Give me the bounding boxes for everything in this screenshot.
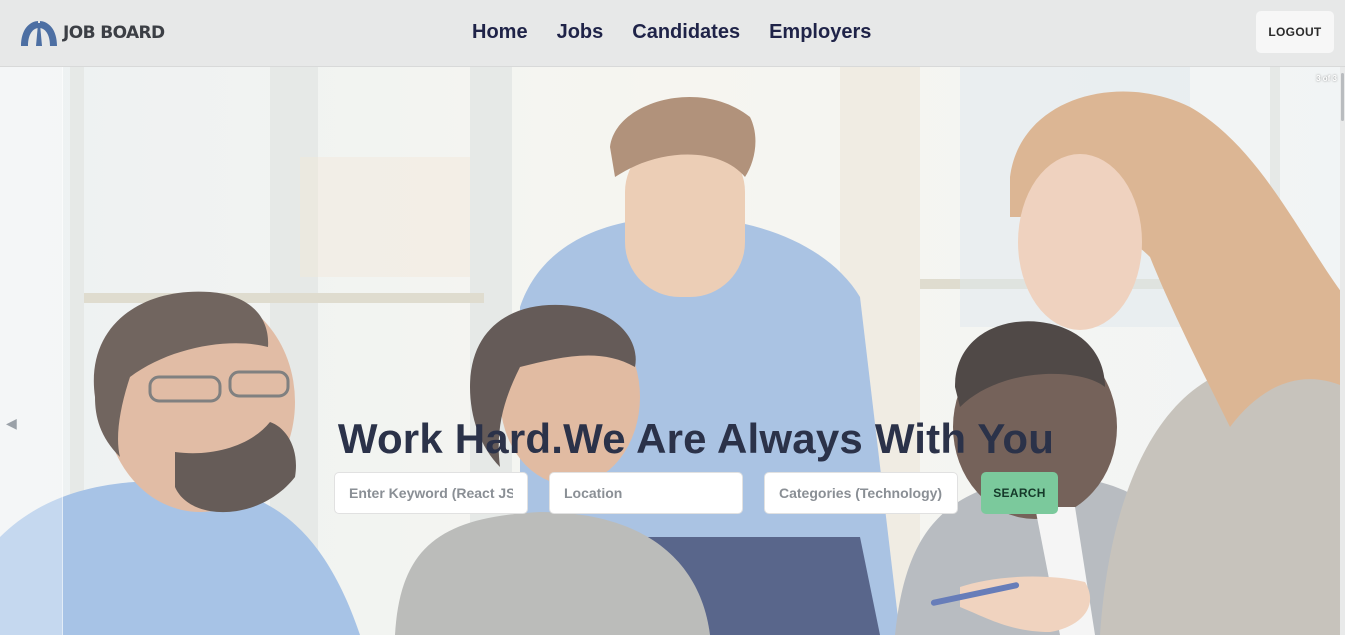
top-navbar: JOB BOARD Home Jobs Candidates Employers…	[0, 0, 1345, 67]
nav-link-jobs[interactable]: Jobs	[557, 20, 604, 44]
location-input[interactable]	[549, 472, 743, 514]
slide-counter: 3 of 3	[1316, 74, 1337, 83]
main-nav: Home Jobs Candidates Employers	[472, 20, 871, 44]
nav-link-employers[interactable]: Employers	[769, 20, 871, 44]
nav-link-home[interactable]: Home	[472, 20, 528, 44]
page-scrollbar[interactable]	[1340, 67, 1345, 635]
logout-button[interactable]: LOGOUT	[1256, 11, 1334, 53]
category-input[interactable]	[764, 472, 958, 514]
carousel-prev-control[interactable]: ◀	[0, 67, 63, 635]
keyword-input[interactable]	[334, 472, 528, 514]
hero-carousel: ◀ 3 of 3 Work Hard.We Are Always With Yo…	[0, 67, 1345, 635]
scrollbar-thumb[interactable]	[1341, 73, 1344, 121]
hero-overlay	[0, 67, 1345, 635]
nav-link-candidates[interactable]: Candidates	[632, 20, 740, 44]
hero-title: Work Hard.We Are Always With You	[337, 415, 1055, 462]
arch-logo-icon	[21, 20, 57, 46]
brand-logo[interactable]: JOB BOARD	[19, 19, 165, 47]
brand-name: JOB BOARD	[63, 23, 165, 43]
search-button[interactable]: SEARCH	[981, 472, 1058, 514]
job-search-form: SEARCH	[334, 472, 1058, 514]
